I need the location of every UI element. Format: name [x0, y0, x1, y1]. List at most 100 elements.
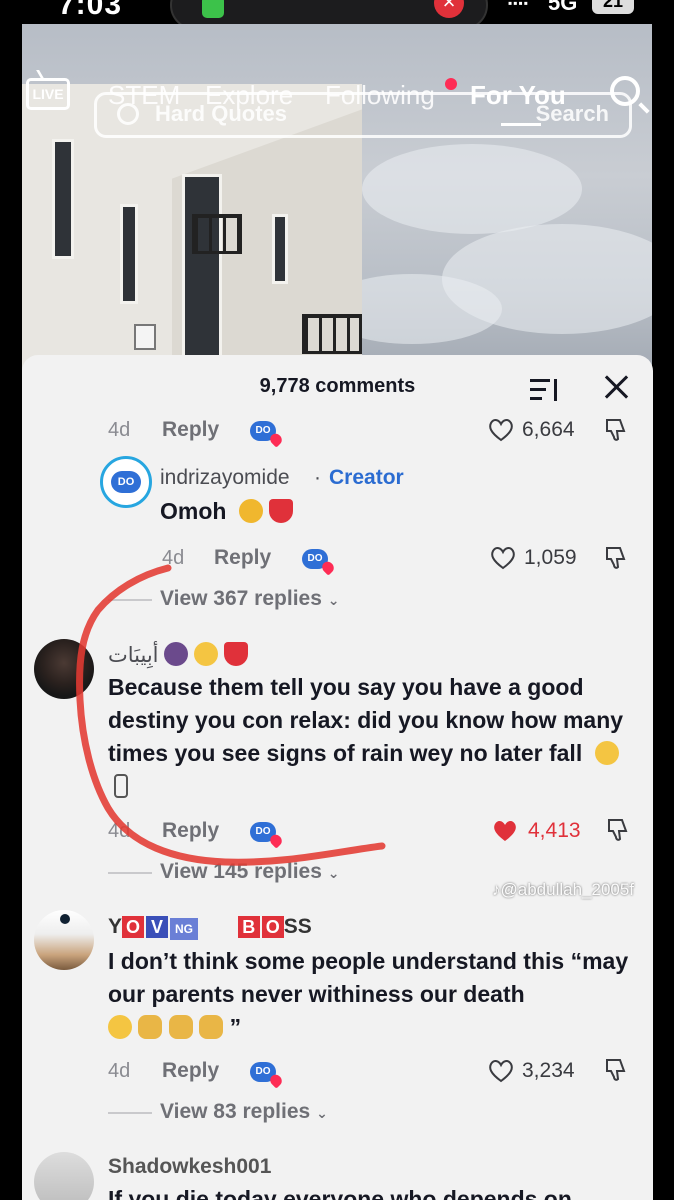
dislike-icon[interactable]: [604, 545, 628, 571]
like-count: 1,059: [524, 546, 577, 569]
search-icon: [117, 103, 139, 125]
divider: [108, 599, 152, 601]
close-icon[interactable]: [604, 375, 628, 399]
window-shape: [272, 214, 288, 284]
username-part: Y: [108, 915, 123, 938]
window-shape: [182, 174, 222, 374]
username-part: SS: [283, 915, 312, 938]
window-shape: [120, 204, 138, 304]
monocle-emoji: [594, 741, 619, 765]
badge-icon: DO: [302, 549, 328, 569]
praying-hands-emoji: [138, 1015, 163, 1039]
search-button[interactable]: Search: [536, 101, 609, 127]
screen: 7:03 × ▪▪▪▪ 5G 21 LIVE STEM Explore Foll…: [0, 0, 674, 1200]
heart-emoji: [269, 499, 294, 523]
signal-icon: ▪▪▪▪: [508, 0, 530, 10]
divider: [108, 1112, 152, 1114]
comments-panel: 9,778 comments 4d Reply DO 6,664 DO indr…: [22, 355, 653, 1200]
view-replies-button[interactable]: View 367 replies ⌄: [160, 587, 339, 611]
avatar[interactable]: [34, 1152, 94, 1200]
comment-username[interactable]: Shadowkesh001: [108, 1155, 271, 1179]
comment-age: 4d: [108, 1060, 131, 1082]
comment-text-span: I don’t think some people understand thi…: [108, 948, 629, 1007]
comment-text-span: Because them tell you say you have a goo…: [108, 674, 624, 766]
cloud-shape: [362, 144, 582, 234]
comment-text-tail: ”: [229, 1014, 242, 1040]
search-query: Hard Quotes: [155, 101, 288, 126]
tiktok-icon: ♪: [492, 880, 501, 899]
comment-text: Because them tell you say you have a goo…: [108, 671, 638, 803]
reply-button[interactable]: Reply: [162, 418, 219, 442]
comment-age: 4d: [108, 419, 131, 441]
balcony-rail: [192, 214, 242, 254]
comment-text: I don’t think some people understand thi…: [108, 945, 648, 1044]
watermark-text: @abdullah_2005f: [500, 880, 635, 899]
balcony-rail: [302, 314, 362, 354]
chevron-down-icon: ⌄: [327, 592, 340, 608]
notification-dot: [445, 78, 457, 90]
live-icon[interactable]: LIVE: [26, 78, 70, 110]
avatar[interactable]: DO: [100, 456, 152, 508]
dislike-icon[interactable]: [606, 817, 630, 843]
comment-text-span: Omoh: [160, 498, 227, 524]
view-replies-button[interactable]: View 145 replies ⌄: [160, 860, 339, 884]
comment-age: 4d: [162, 547, 185, 569]
dislike-icon[interactable]: [604, 417, 628, 443]
heart-icon[interactable]: [490, 546, 516, 570]
heart-icon[interactable]: [492, 819, 518, 843]
view-replies-label: View 145 replies: [160, 860, 322, 883]
view-replies-label: View 83 replies: [160, 1100, 311, 1123]
username-part: O: [261, 916, 284, 938]
like-count: 3,234: [522, 1059, 575, 1082]
heart-emoji: [224, 642, 249, 666]
walking-emoji: [114, 774, 128, 798]
chevron-down-icon: ⌄: [316, 1105, 328, 1121]
person-emoji: [164, 642, 189, 666]
medal-emoji: [238, 499, 263, 523]
heart-icon[interactable]: [488, 418, 514, 442]
status-bar: 7:03 × ▪▪▪▪ 5G 21: [0, 0, 674, 30]
pleading-emoji: [108, 1015, 132, 1039]
sort-icon[interactable]: [530, 377, 562, 403]
window-shape: [52, 139, 74, 259]
lock-icon: [202, 0, 224, 18]
comment-username[interactable]: indrizayomide: [160, 466, 290, 490]
comment-age: 4d: [108, 820, 131, 842]
record-stop-icon[interactable]: ×: [434, 0, 464, 18]
view-replies-button[interactable]: View 83 replies ⌄: [160, 1100, 328, 1124]
like-count: 6,664: [522, 418, 575, 441]
dislike-icon[interactable]: [604, 1057, 628, 1083]
chevron-down-icon: ⌄: [327, 865, 340, 881]
ac-unit-image: [134, 324, 156, 350]
like-count: 4,413: [528, 819, 581, 842]
praying-hands-emoji: [199, 1015, 224, 1039]
separator-dot: ·: [314, 466, 321, 489]
username-part: NG: [170, 918, 199, 940]
reply-button[interactable]: Reply: [162, 819, 219, 843]
username-part: O: [122, 916, 145, 938]
reply-button[interactable]: Reply: [214, 546, 271, 570]
watermark: ♪@abdullah_2005f: [492, 880, 634, 900]
battery-indicator: 21: [592, 0, 634, 14]
divider: [108, 872, 152, 874]
heart-icon[interactable]: [488, 1059, 514, 1083]
creator-tag: Creator: [329, 466, 404, 489]
badge-icon: DO: [250, 421, 276, 441]
network-label: 5G: [548, 0, 578, 15]
praying-hands-emoji: [168, 1015, 193, 1039]
comment-username[interactable]: Y O V NG B O SS: [108, 915, 312, 940]
smile-emoji: [194, 642, 219, 666]
view-replies-label: View 367 replies: [160, 587, 322, 610]
badge-icon: DO: [250, 822, 276, 842]
username-part: B: [237, 916, 260, 938]
reply-button[interactable]: Reply: [162, 1059, 219, 1083]
comment-text: If you die today everyone who depends on: [108, 1186, 572, 1200]
avatar[interactable]: [34, 639, 94, 699]
badge-icon: DO: [250, 1062, 276, 1082]
clock: 7:03: [58, 0, 123, 21]
search-bar[interactable]: Hard Quotes Search: [94, 92, 632, 138]
comment-text: Omoh: [160, 495, 294, 528]
avatar[interactable]: [34, 910, 94, 970]
comment-username[interactable]: أبِيبَات: [108, 642, 249, 668]
username-text: أبِيبَات: [108, 644, 159, 667]
